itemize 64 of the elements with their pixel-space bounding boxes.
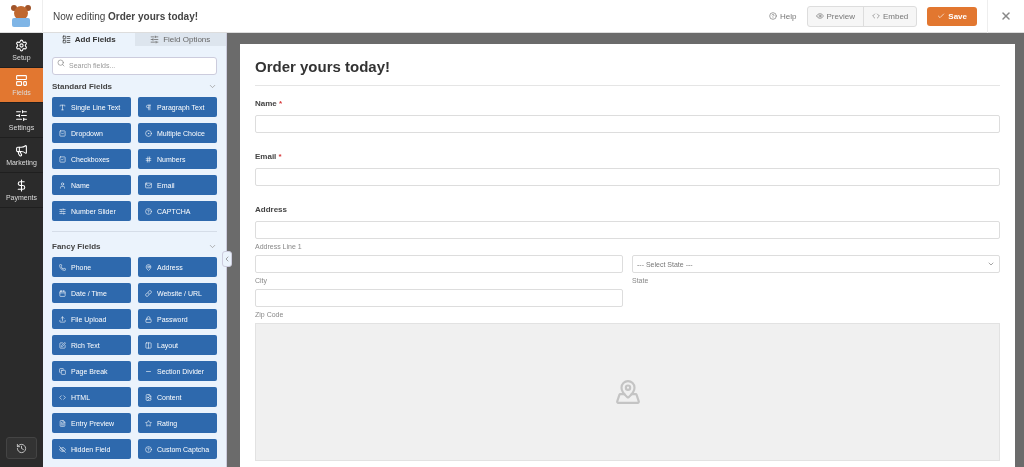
question-icon xyxy=(145,445,152,453)
close-icon[interactable] xyxy=(1000,10,1012,22)
person-icon xyxy=(59,181,66,189)
field-label: Address xyxy=(255,205,288,214)
chevron-icon[interactable] xyxy=(208,82,217,91)
check-icon xyxy=(937,12,946,20)
eye-off-icon xyxy=(59,445,66,453)
save-button[interactable]: Save xyxy=(927,6,977,26)
field-label: Email * xyxy=(255,152,283,161)
city-input[interactable] xyxy=(255,255,623,273)
collapse-handle[interactable] xyxy=(222,251,232,267)
map-pin-icon xyxy=(614,379,641,405)
columns-icon xyxy=(145,341,152,349)
calendar-icon xyxy=(59,289,66,297)
form-title: Order yours today! xyxy=(255,58,392,75)
pilcrow-icon xyxy=(145,103,152,111)
section-title: Standard Fields xyxy=(52,82,112,91)
upload-icon xyxy=(59,315,66,323)
help-link[interactable]: Help xyxy=(769,11,797,21)
star-icon xyxy=(145,419,152,427)
code-icon xyxy=(871,12,880,20)
revisions-button[interactable] xyxy=(6,437,37,459)
editing-title: Now editing Order yours today! xyxy=(53,10,200,22)
text-cursor-icon xyxy=(59,103,66,111)
history-icon xyxy=(16,442,27,454)
list-icon xyxy=(61,35,71,44)
text-input[interactable] xyxy=(255,168,1000,186)
chevron-icon xyxy=(223,255,231,263)
edit-icon xyxy=(59,341,66,349)
chevron-icon[interactable] xyxy=(208,242,217,251)
radio-icon xyxy=(145,129,152,137)
help-icon xyxy=(769,12,778,20)
logo-icon xyxy=(8,4,34,28)
image-file-icon xyxy=(145,393,152,401)
section-title: Fancy Fields xyxy=(52,242,101,251)
pages-icon xyxy=(59,367,66,375)
hash-icon xyxy=(145,155,152,163)
preview-button[interactable]: Preview xyxy=(807,6,863,26)
gear-icon xyxy=(15,39,28,52)
chevron-icon xyxy=(987,260,995,268)
lock-icon xyxy=(145,315,152,323)
dropdown-icon xyxy=(59,129,66,137)
sliders-icon xyxy=(150,35,160,44)
eye-icon xyxy=(815,12,824,20)
search-icon xyxy=(57,59,65,67)
form-icon xyxy=(15,74,28,87)
document-icon xyxy=(59,419,66,427)
question-icon xyxy=(145,207,152,215)
envelope-icon xyxy=(145,181,152,189)
code-icon xyxy=(59,393,66,401)
phone-icon xyxy=(59,263,66,271)
zip-input[interactable] xyxy=(255,289,623,307)
panel-tab[interactable]: Field Options xyxy=(134,33,226,46)
embed-button[interactable]: Embed xyxy=(862,6,917,26)
sliders-icon xyxy=(15,109,28,122)
sliders-icon xyxy=(59,207,66,215)
field-label: Name * xyxy=(255,99,284,108)
dollar-icon xyxy=(15,179,28,192)
checkbox-icon xyxy=(59,155,66,163)
megaphone-icon xyxy=(15,144,28,157)
link-icon xyxy=(145,289,152,297)
address-input[interactable] xyxy=(255,221,1000,239)
map-pin-icon xyxy=(145,263,152,271)
text-input[interactable] xyxy=(255,115,1000,133)
